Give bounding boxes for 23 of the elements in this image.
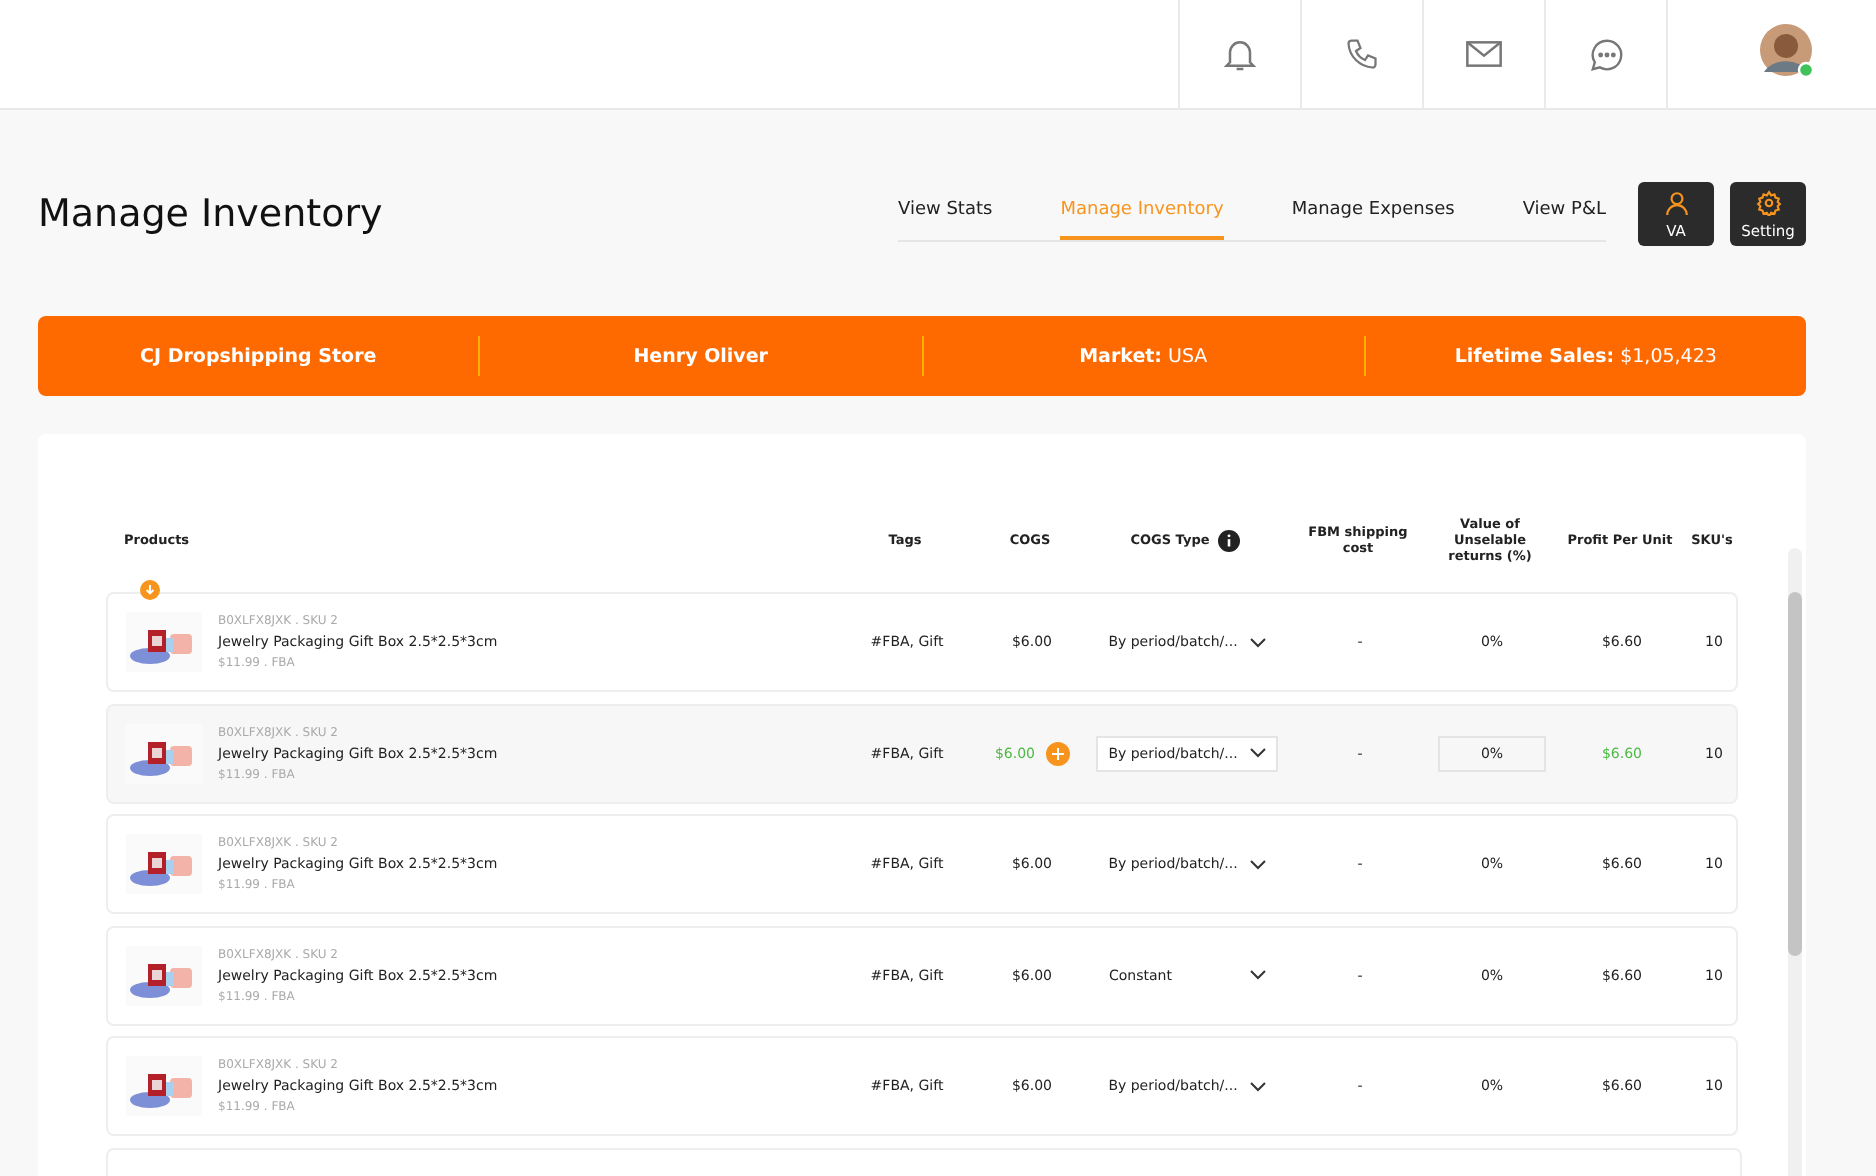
chevron-down-icon [1249, 748, 1266, 758]
banner-text: CJ Dropshipping Store [138, 345, 379, 367]
nav-tab[interactable]: View Stats [898, 187, 993, 239]
plus-icon [1051, 747, 1064, 759]
download-badge-icon[interactable] [140, 580, 160, 600]
scrollbar[interactable] [1788, 548, 1802, 1176]
chevron-down-icon [1249, 859, 1266, 869]
banner-text: Lifetime Sales: $1,05,423 [1452, 345, 1719, 367]
chevron-down-icon [1249, 970, 1265, 980]
chevron-down-icon [1249, 1081, 1266, 1091]
settings-icon [1755, 189, 1781, 215]
chevron-down-icon [1249, 637, 1266, 647]
person-icon [1663, 189, 1689, 215]
add-button[interactable] [1045, 741, 1070, 765]
banner-text: Henry Oliver [631, 345, 770, 367]
page-title: Manage Inventory [38, 192, 385, 236]
nav-tab[interactable]: Manage Expenses [1291, 187, 1455, 239]
mail-icon[interactable] [1464, 38, 1504, 70]
chat-icon[interactable] [1587, 35, 1625, 73]
banner-text: Market: USA [1077, 345, 1210, 367]
info-icon[interactable] [1217, 529, 1240, 551]
nav-tab[interactable]: View P&L [1522, 187, 1606, 239]
phone-icon[interactable] [1344, 36, 1380, 72]
